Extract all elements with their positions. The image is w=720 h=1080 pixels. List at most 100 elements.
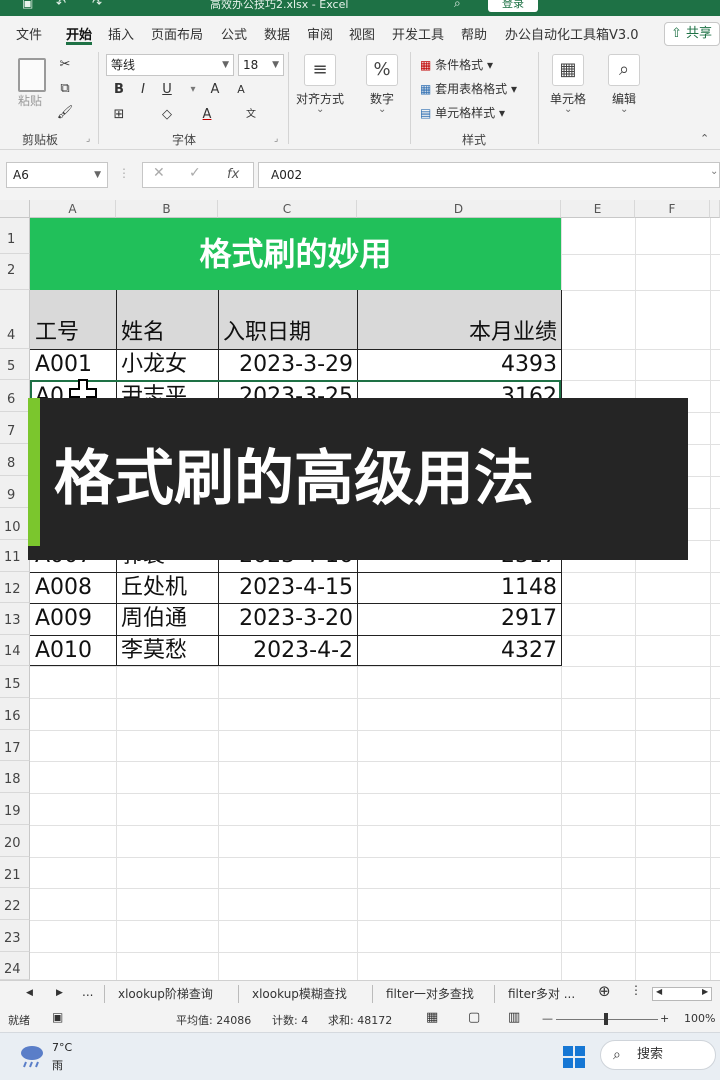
undo-icon[interactable]: ↶	[56, 0, 66, 10]
add-sheet-icon[interactable]: ⊕	[598, 982, 611, 1000]
row-header-5[interactable]: 5	[0, 349, 30, 380]
column-header-d[interactable]: D	[357, 200, 561, 218]
chevron-down-icon[interactable]: ⌄	[564, 104, 572, 115]
bold-button[interactable]: B	[108, 79, 130, 101]
tab-help[interactable]: 帮助	[461, 24, 487, 43]
row-header-16[interactable]: 16	[0, 698, 30, 730]
tab-review[interactable]: 审阅	[307, 24, 333, 43]
row-header-2[interactable]: 2	[0, 254, 30, 290]
tab-formulas[interactable]: 公式	[221, 24, 247, 43]
table-cell[interactable]: A001	[35, 350, 92, 380]
chevron-down-icon[interactable]: ▾	[182, 79, 204, 101]
page-layout-icon[interactable]: ▢	[468, 1010, 480, 1025]
chevron-down-icon[interactable]: ⌄	[378, 104, 386, 115]
table-cell[interactable]: 丘处机	[121, 573, 187, 603]
cancel-icon[interactable]: ✕	[153, 165, 165, 181]
cell-style-button[interactable]: ▤ 单元格样式 ▾	[420, 104, 505, 121]
column-header-c[interactable]: C	[218, 200, 357, 218]
table-format-button[interactable]: ▦ 套用表格格式 ▾	[420, 80, 517, 97]
row-header-10[interactable]: 10	[0, 508, 30, 540]
tab-file[interactable]: 文件	[16, 24, 42, 43]
shrink-font-button[interactable]: A	[230, 79, 252, 101]
sheet-tab[interactable]: xlookup模糊查找	[252, 985, 347, 1002]
row-header-17[interactable]: 17	[0, 730, 30, 761]
zoom-in-icon[interactable]: +	[660, 1012, 669, 1025]
zoom-out-icon[interactable]: —	[542, 1012, 553, 1025]
row-header-15[interactable]: 15	[0, 666, 30, 698]
chevron-down-icon[interactable]: ⌄	[620, 104, 628, 115]
table-cell[interactable]: 小龙女	[121, 350, 187, 380]
table-cell[interactable]: 2023-3-29	[222, 350, 353, 380]
font-launcher-icon[interactable]: ⌟	[274, 134, 278, 144]
tab-office-toolbox[interactable]: 办公自动化工具箱V3.0	[505, 24, 639, 43]
align-icon[interactable]: ≡	[304, 54, 336, 86]
row-header-9[interactable]: 9	[0, 476, 30, 508]
table-cell[interactable]: 李莫愁	[121, 636, 187, 666]
border-icon[interactable]: ⊞	[108, 104, 130, 126]
percent-icon[interactable]: %	[366, 54, 398, 86]
collapse-ribbon-icon[interactable]: ⌃	[700, 132, 709, 145]
sheet-title-banner[interactable]: 格式刷的妙用	[30, 218, 561, 290]
tab-view[interactable]: 视图	[349, 24, 375, 43]
zoom-level[interactable]: 100%	[684, 1012, 715, 1025]
zoom-thumb[interactable]	[604, 1013, 608, 1025]
sheet-tab[interactable]: xlookup阶梯查询	[118, 985, 213, 1002]
row-header-4[interactable]: 4	[0, 290, 30, 349]
row-header-20[interactable]: 20	[0, 825, 30, 857]
select-all-corner[interactable]	[0, 200, 30, 218]
tab-page-layout[interactable]: 页面布局	[151, 24, 203, 43]
clipboard-launcher-icon[interactable]: ⌟	[86, 134, 90, 144]
column-header-f[interactable]: F	[635, 200, 710, 218]
font-name-select[interactable]: 等线 ▼	[106, 54, 234, 76]
page-break-icon[interactable]: ▥	[508, 1010, 520, 1025]
confirm-icon[interactable]: ✓	[189, 165, 201, 181]
font-size-select[interactable]: 18 ▼	[238, 54, 284, 76]
row-header-23[interactable]: 23	[0, 920, 30, 952]
expand-formula-icon[interactable]: ⌄	[710, 166, 718, 177]
header-cell[interactable]: 本月业绩	[362, 318, 557, 348]
row-header-19[interactable]: 19	[0, 793, 30, 825]
scroll-left-icon[interactable]: ◀	[656, 987, 662, 996]
cut-icon[interactable]: ✂	[54, 54, 76, 76]
row-header-22[interactable]: 22	[0, 888, 30, 920]
normal-view-icon[interactable]: ▦	[426, 1010, 438, 1025]
cells-icon[interactable]: ▦	[552, 54, 584, 86]
row-header-21[interactable]: 21	[0, 857, 30, 888]
row-header-7[interactable]: 7	[0, 412, 30, 444]
taskbar-search[interactable]: ⌕ 搜索	[600, 1040, 716, 1070]
row-header-12[interactable]: 12	[0, 572, 30, 603]
column-header-b[interactable]: B	[116, 200, 218, 218]
name-box[interactable]: A6 ▼	[6, 162, 108, 188]
find-icon[interactable]: ⌕	[608, 54, 640, 86]
sheet-tab[interactable]: filter多对 ...	[508, 985, 575, 1002]
table-cell[interactable]: 4393	[362, 350, 557, 380]
formula-input[interactable]: A002	[258, 162, 720, 188]
scroll-right-icon[interactable]: ▶	[702, 987, 708, 996]
rain-cloud-icon[interactable]	[18, 1043, 46, 1069]
copy-icon[interactable]: ⧉	[54, 78, 76, 100]
table-cell[interactable]: 2917	[362, 604, 557, 634]
paste-icon[interactable]	[18, 58, 46, 92]
format-painter-icon[interactable]: 🖌	[54, 102, 76, 124]
header-cell[interactable]: 工号	[35, 318, 79, 348]
tab-developer[interactable]: 开发工具	[392, 24, 444, 43]
row-header-8[interactable]: 8	[0, 444, 30, 476]
next-sheet-icon[interactable]: ▶	[56, 988, 63, 998]
row-header-13[interactable]: 13	[0, 603, 30, 635]
table-cell[interactable]: 2023-4-2	[222, 636, 353, 666]
redo-icon[interactable]: ↷	[92, 0, 102, 10]
prev-sheet-icon[interactable]: ◀	[26, 988, 33, 998]
table-cell[interactable]: 2023-3-20	[222, 604, 353, 634]
table-cell[interactable]: A010	[35, 636, 92, 666]
tab-data[interactable]: 数据	[264, 24, 290, 43]
fx-icon[interactable]: fx	[227, 167, 239, 182]
sheet-tab[interactable]: filter一对多查找	[386, 985, 474, 1002]
accessibility-icon[interactable]: ▣	[52, 1010, 63, 1024]
underline-button[interactable]: U	[156, 79, 178, 101]
table-cell[interactable]: 1148	[362, 573, 557, 603]
search-icon[interactable]: ⌕	[454, 0, 461, 11]
tab-home[interactable]: 开始	[66, 24, 92, 43]
table-cell[interactable]: 周伯通	[121, 604, 187, 634]
font-color-icon[interactable]: A	[196, 104, 218, 126]
italic-button[interactable]: I	[132, 79, 154, 101]
